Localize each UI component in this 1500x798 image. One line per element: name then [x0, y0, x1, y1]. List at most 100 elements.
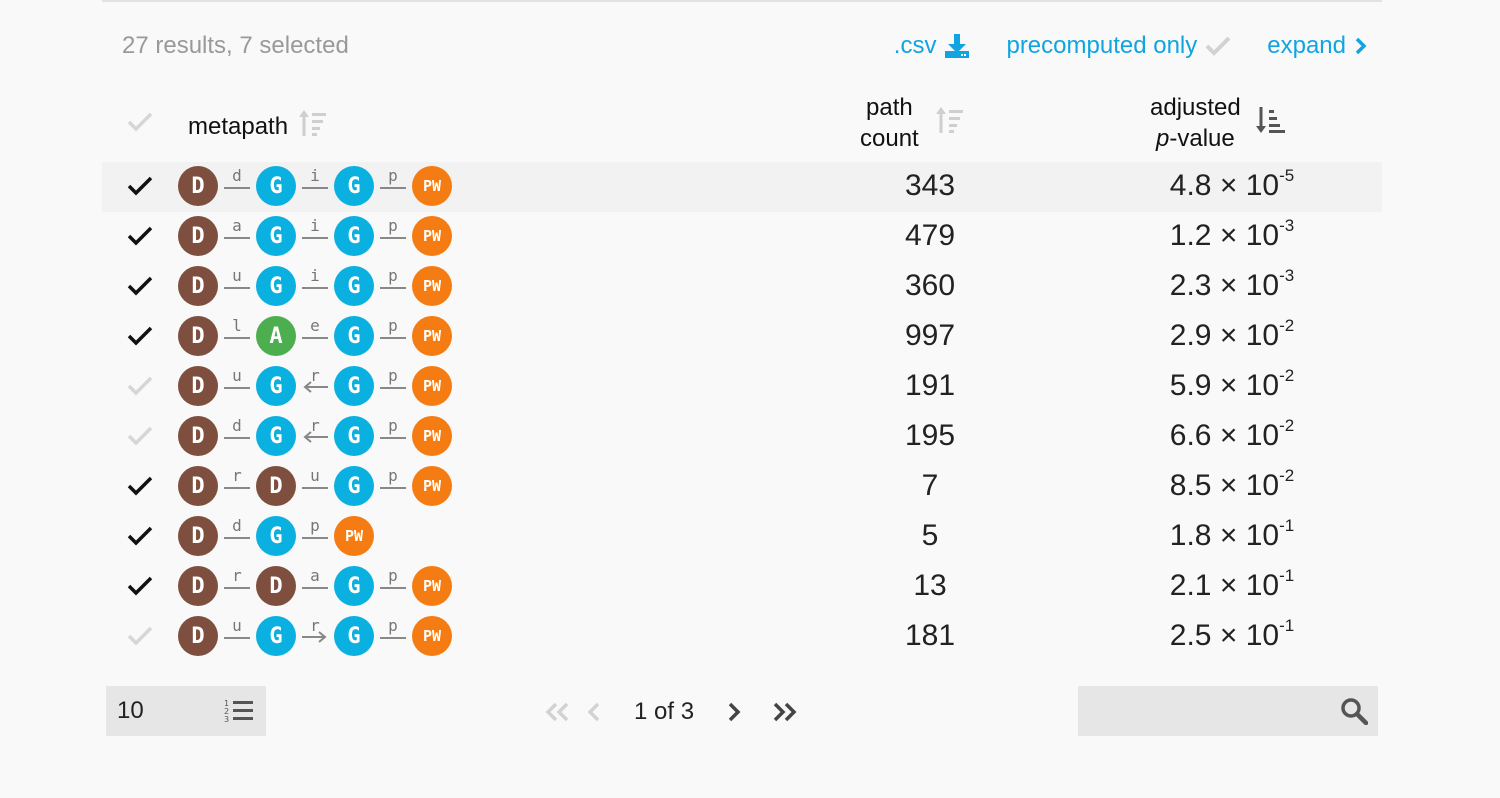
search-box[interactable] — [1078, 686, 1378, 736]
times-ten: × 10 — [1219, 519, 1280, 552]
download-icon — [944, 33, 970, 59]
metaedge-label: i — [310, 266, 320, 285]
adjusted-p-value-column-header[interactable]: adjusted p-value — [1150, 92, 1287, 154]
pathway-node: PW — [412, 166, 452, 206]
row-select-checkbox[interactable] — [126, 524, 154, 552]
metaedge-label: p — [388, 166, 398, 185]
select-all-checkbox[interactable] — [126, 110, 154, 134]
metapath-diagram: Dd Gr Gp PW — [178, 416, 452, 456]
edge-line — [380, 637, 406, 639]
row-select-checkbox[interactable] — [126, 474, 154, 502]
p-value-mantissa: 2.5 — [1169, 619, 1212, 652]
path-count-value: 13 — [913, 569, 947, 602]
metaedge: l — [218, 316, 256, 356]
row-select-checkbox[interactable] — [126, 424, 154, 452]
checkmark-icon — [127, 476, 153, 496]
row-select-checkbox[interactable] — [126, 624, 154, 652]
metaedge-label: d — [232, 516, 242, 535]
times-ten: × 10 — [1219, 369, 1280, 402]
table-row[interactable]: Da Gi Gp PW 479 1.2 × 10-3 — [102, 212, 1382, 262]
p-value-mantissa: 2.1 — [1169, 569, 1212, 602]
gene-node: G — [256, 216, 296, 256]
page-indicator: 1 of 3 — [634, 698, 695, 725]
table-row[interactable]: Dd Gi Gp PW 343 4.8 × 10-5 — [102, 162, 1382, 212]
csv-label: .csv — [893, 32, 937, 59]
arrow-left-icon — [303, 431, 328, 443]
table-row[interactable]: Dd Gr Gp PW 195 6.6 × 10-2 — [102, 412, 1382, 462]
last-page-button[interactable] — [766, 694, 802, 730]
row-select-checkbox[interactable] — [126, 174, 154, 202]
anatomy-node: A — [256, 316, 296, 356]
table-row[interactable]: Dr Du Gp PW 7 8.5 × 10-2 — [102, 462, 1382, 512]
adjusted-p-value: 2.9 × 10-2 — [1122, 316, 1342, 353]
row-select-checkbox[interactable] — [126, 274, 154, 302]
path-count-value: 191 — [904, 369, 956, 402]
path-count-value: 195 — [904, 419, 956, 452]
table-row[interactable]: Dl Ae Gp PW 997 2.9 × 10-2 — [102, 312, 1382, 362]
checkmark-icon — [127, 112, 153, 132]
checkmark-icon — [127, 626, 153, 646]
path-count-value: 997 — [904, 319, 956, 352]
pathway-node: PW — [412, 566, 452, 606]
disease-node: D — [178, 516, 218, 556]
path-count-header-line1: path — [866, 94, 913, 121]
previous-page-button[interactable] — [576, 694, 612, 730]
search-icon[interactable] — [1340, 697, 1369, 730]
csv-download-button[interactable]: .csv — [894, 32, 971, 60]
sort-icon — [298, 108, 328, 145]
metaedge-label: i — [310, 166, 320, 185]
metaedge: p — [374, 616, 412, 656]
checkmark-icon — [127, 226, 153, 246]
edge-line — [380, 287, 406, 289]
disease-node: D — [178, 266, 218, 306]
metaedge-label: u — [232, 366, 242, 385]
row-select-checkbox[interactable] — [126, 224, 154, 252]
adjusted-p-value: 4.8 × 10-5 — [1122, 166, 1342, 203]
p-value-mantissa: 6.6 — [1169, 419, 1212, 452]
row-select-checkbox[interactable] — [126, 324, 154, 352]
table-row[interactable]: Du Gr Gp PW 181 2.5 × 10-1 — [102, 612, 1382, 662]
p-value-mantissa: 4.8 — [1169, 169, 1212, 202]
metaedge: r — [296, 366, 334, 406]
adjusted-p-value: 5.9 × 10-2 — [1122, 366, 1342, 403]
edge-line — [224, 337, 250, 339]
table-row[interactable]: Du Gr Gp PW 191 5.9 × 10-2 — [102, 362, 1382, 412]
chevron-right-icon — [1354, 37, 1368, 55]
gene-node: G — [334, 566, 374, 606]
path-count-column-header[interactable]: path count — [860, 92, 965, 154]
adjusted-p-value: 1.8 × 10-1 — [1122, 516, 1342, 553]
sort-ascending-icon — [1255, 105, 1287, 142]
gene-node: G — [256, 166, 296, 206]
disease-node: D — [178, 366, 218, 406]
rows-per-page-selector[interactable]: 10 1 2 3 — [106, 686, 266, 736]
metaedge-label: u — [232, 266, 242, 285]
metaedge: a — [296, 566, 334, 606]
expand-button[interactable]: expand — [1267, 32, 1368, 60]
gene-node: G — [256, 266, 296, 306]
p-value-exponent: -1 — [1279, 616, 1295, 635]
double-chevron-left-icon — [545, 702, 569, 722]
edge-line — [380, 187, 406, 189]
times-ten: × 10 — [1219, 569, 1280, 602]
metapath-diagram: Dd Gp PW — [178, 516, 374, 556]
metaedge: p — [374, 416, 412, 456]
table-row[interactable]: Dr Da Gp PW 13 2.1 × 10-1 — [102, 562, 1382, 612]
table-row[interactable]: Du Gi Gp PW 360 2.3 × 10-3 — [102, 262, 1382, 312]
top-divider — [102, 0, 1382, 2]
metaedge-label: r — [232, 566, 242, 585]
p-value-mantissa: 2.9 — [1169, 319, 1212, 352]
row-select-checkbox[interactable] — [126, 374, 154, 402]
first-page-button[interactable] — [540, 694, 576, 730]
metaedge: p — [296, 516, 334, 556]
table-row[interactable]: Dd Gp PW 5 1.8 × 10-1 — [102, 512, 1382, 562]
metapath-column-header[interactable]: metapath — [188, 108, 328, 145]
metaedge: d — [218, 516, 256, 556]
next-page-button[interactable] — [716, 694, 752, 730]
metaedge: u — [218, 266, 256, 306]
disease-node: D — [178, 166, 218, 206]
metaedge-label: d — [232, 416, 242, 435]
row-select-checkbox[interactable] — [126, 574, 154, 602]
metaedge-label: d — [232, 166, 242, 185]
precomputed-only-toggle[interactable]: precomputed only — [1006, 32, 1231, 60]
times-ten: × 10 — [1219, 469, 1280, 502]
